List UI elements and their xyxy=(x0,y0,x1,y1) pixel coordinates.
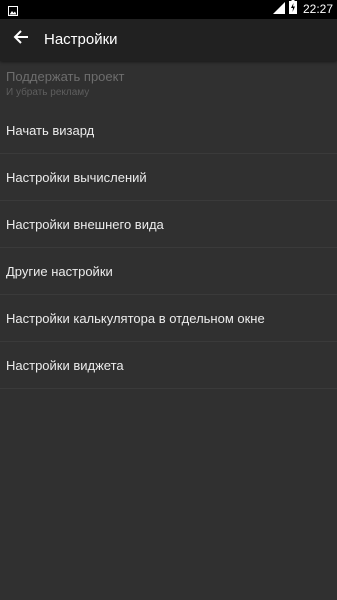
setting-calculation[interactable]: Настройки вычислений xyxy=(0,154,337,201)
setting-floating-calculator[interactable]: Настройки калькулятора в отдельном окне xyxy=(0,295,337,342)
setting-appearance[interactable]: Настройки внешнего вида xyxy=(0,201,337,248)
setting-start-wizard[interactable]: Начать визард xyxy=(0,107,337,154)
signal-icon xyxy=(272,1,285,19)
setting-other[interactable]: Другие настройки xyxy=(0,248,337,295)
setting-title: Настройки калькулятора в отдельном окне xyxy=(6,311,265,326)
settings-screen: 22:27 Настройки Поддержать проект И убра… xyxy=(0,0,337,600)
setting-support-project: Поддержать проект И убрать рекламу xyxy=(0,61,337,107)
setting-title: Настройки виджета xyxy=(6,358,124,373)
battery-charging-icon xyxy=(288,0,297,19)
settings-list: Поддержать проект И убрать рекламу Начат… xyxy=(0,61,337,389)
setting-widget[interactable]: Настройки виджета xyxy=(0,342,337,389)
status-bar: 22:27 xyxy=(0,0,337,19)
app-toolbar: Настройки xyxy=(0,19,337,61)
setting-title: Настройки вычислений xyxy=(6,170,147,185)
image-notification-icon xyxy=(8,3,18,16)
back-button[interactable] xyxy=(6,24,36,54)
status-icons: 22:27 xyxy=(272,0,333,19)
setting-title: Настройки внешнего вида xyxy=(6,217,164,232)
setting-summary: И убрать рекламу xyxy=(6,87,90,98)
setting-title: Поддержать проект xyxy=(6,69,125,84)
page-title: Настройки xyxy=(44,31,118,48)
status-time: 22:27 xyxy=(302,2,333,16)
setting-title: Другие настройки xyxy=(6,264,113,279)
setting-title: Начать визард xyxy=(6,123,95,138)
arrow-left-icon xyxy=(13,29,29,50)
